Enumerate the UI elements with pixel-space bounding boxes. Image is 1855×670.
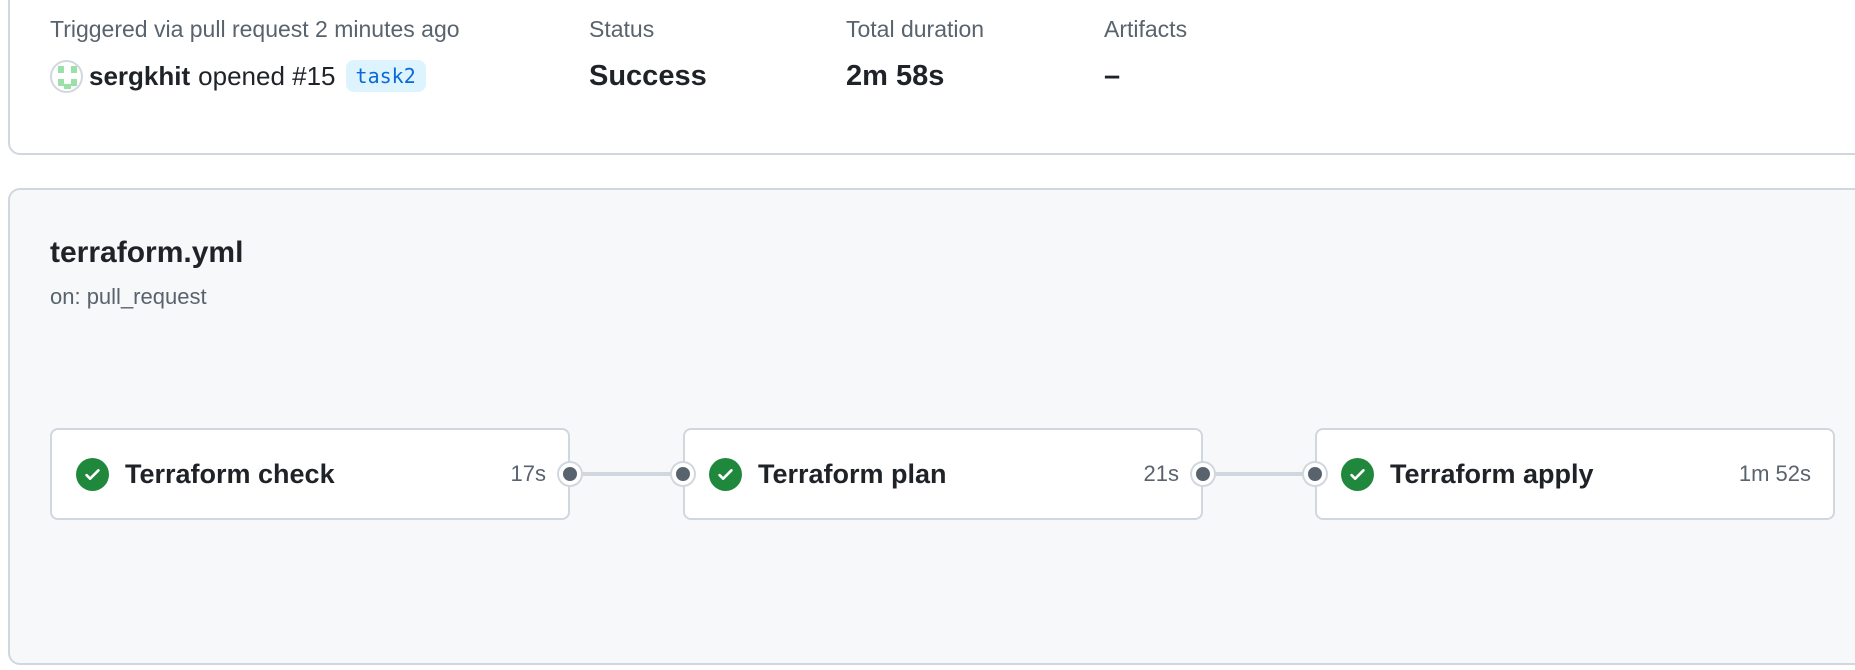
duration-value: 2m 58s — [846, 60, 945, 92]
trigger-details: sergkhit opened #15 task2 — [50, 58, 460, 94]
status-label: Status — [589, 16, 655, 42]
job-name: Terraform plan — [758, 458, 947, 489]
branch-badge[interactable]: task2 — [345, 60, 426, 92]
pull-request-link[interactable]: opened #15 — [198, 61, 335, 92]
check-circle-icon — [76, 457, 109, 491]
job-duration: 1m 52s — [1738, 461, 1811, 486]
actor-link[interactable]: sergkhit — [89, 61, 190, 92]
job-connector — [570, 472, 683, 476]
job-terraform-check[interactable]: Terraform check 17s — [50, 428, 570, 520]
job-terraform-apply[interactable]: Terraform apply 1m 52s — [1315, 428, 1835, 520]
artifacts-value: – — [1104, 60, 1121, 92]
job-input-dot — [1304, 463, 1326, 485]
job-name: Terraform apply — [1390, 458, 1594, 489]
job-duration: 21s — [1143, 461, 1179, 486]
trigger-label: Triggered via pull request 2 minutes ago — [50, 16, 460, 42]
avatar[interactable] — [50, 59, 83, 93]
trigger-section: Triggered via pull request 2 minutes ago… — [50, 14, 460, 94]
job-duration: 17s — [510, 461, 546, 486]
job-terraform-plan[interactable]: Terraform plan 21s — [683, 428, 1203, 520]
job-connector — [1203, 472, 1315, 476]
job-name: Terraform check — [125, 458, 335, 489]
workflow-trigger: on: pull_request — [50, 284, 207, 309]
artifacts-section: Artifacts – — [1104, 14, 1187, 94]
job-output-dot — [1192, 463, 1214, 485]
workflow-graph: terraform.yml on: pull_request Terraform… — [8, 188, 1855, 665]
job-output-dot — [559, 463, 581, 485]
run-summary-card: Triggered via pull request 2 minutes ago… — [8, 0, 1855, 155]
check-circle-icon — [1341, 457, 1374, 491]
workflow-file-name: terraform.yml — [50, 236, 244, 269]
duration-section: Total duration 2m 58s — [846, 14, 984, 94]
duration-label: Total duration — [846, 16, 985, 42]
artifacts-label: Artifacts — [1104, 16, 1188, 42]
status-section: Status Success — [589, 14, 707, 94]
job-input-dot — [672, 463, 694, 485]
status-value: Success — [589, 60, 707, 92]
check-circle-icon — [709, 457, 742, 491]
